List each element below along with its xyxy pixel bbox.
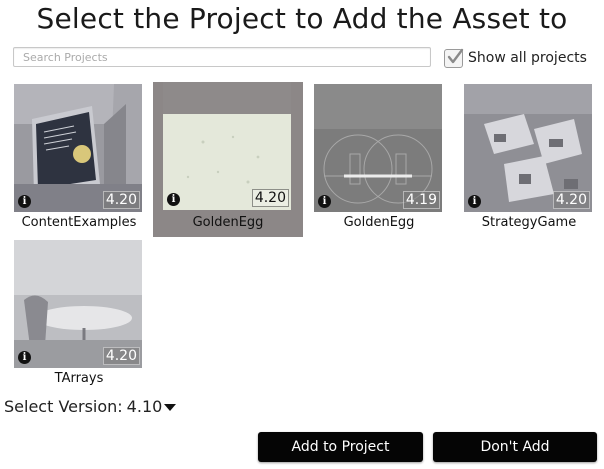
project-thumbnail: i 4.20 xyxy=(14,84,142,212)
project-tile[interactable]: i 4.20 ContentExamples xyxy=(4,82,154,237)
project-tile[interactable]: i 4.20 TArrays xyxy=(4,238,154,393)
project-tile[interactable]: i 4.20 StrategyGame xyxy=(454,82,604,237)
version-badge: 4.20 xyxy=(552,191,590,209)
version-selector[interactable]: Select Version: 4.10 xyxy=(4,397,177,416)
project-name: GoldenEgg xyxy=(343,215,415,230)
project-thumbnail: i 4.20 xyxy=(464,84,592,212)
project-name: ContentExamples xyxy=(21,215,137,230)
checkmark-icon xyxy=(447,48,464,63)
search-projects-input[interactable] xyxy=(13,47,431,67)
info-icon[interactable]: i xyxy=(167,193,180,206)
version-badge: 4.20 xyxy=(102,191,140,209)
dropdown-arrow-icon[interactable] xyxy=(164,404,177,411)
project-tile-selected[interactable]: i 4.20 GoldenEgg xyxy=(153,82,303,237)
dont-add-button[interactable]: Don't Add xyxy=(433,432,597,462)
project-thumbnail: i 4.20 xyxy=(163,82,291,210)
add-to-project-button[interactable]: Add to Project xyxy=(258,432,423,462)
show-all-checkbox[interactable] xyxy=(444,48,464,68)
version-badge: 4.20 xyxy=(251,189,289,207)
version-badge: 4.19 xyxy=(402,191,440,209)
project-name: GoldenEgg xyxy=(192,215,264,230)
dialog-title: Select the Project to Add the Asset to xyxy=(36,2,568,35)
version-badge: 4.20 xyxy=(102,347,140,365)
show-all-label: Show all projects xyxy=(468,50,587,66)
project-name: TArrays xyxy=(54,371,104,386)
project-name: StrategyGame xyxy=(481,215,577,230)
show-all-projects-toggle[interactable]: Show all projects xyxy=(444,47,587,69)
version-value: 4.10 xyxy=(126,397,163,416)
info-icon[interactable]: i xyxy=(18,195,31,208)
info-icon[interactable]: i xyxy=(18,351,31,364)
info-icon[interactable]: i xyxy=(468,195,481,208)
version-label: Select Version: xyxy=(4,397,123,416)
project-tile[interactable]: i 4.19 GoldenEgg xyxy=(304,82,454,237)
project-thumbnail: i 4.19 xyxy=(314,84,442,212)
info-icon[interactable]: i xyxy=(318,195,331,208)
project-thumbnail: i 4.20 xyxy=(14,240,142,368)
